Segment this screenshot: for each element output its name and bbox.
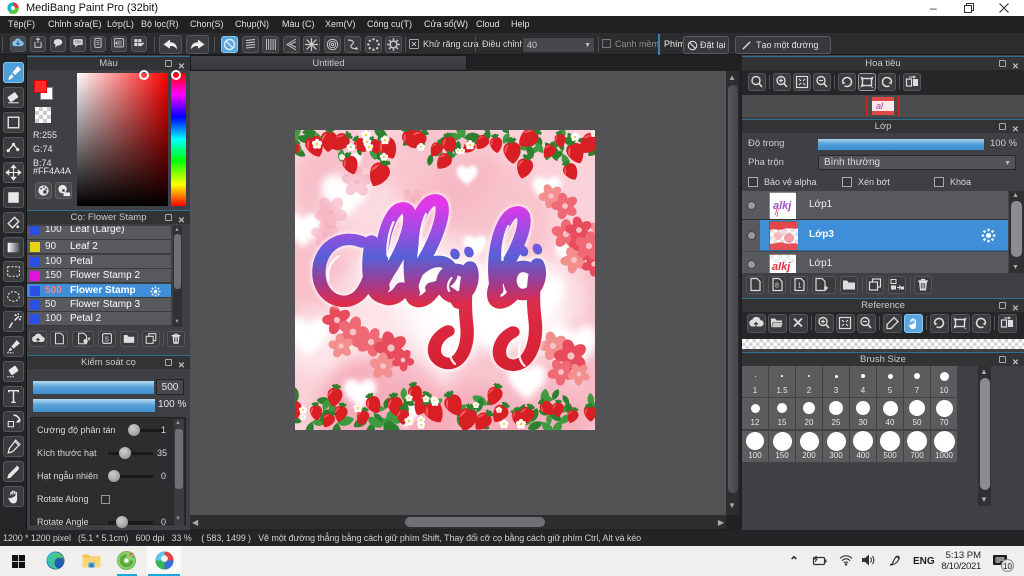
svg-text:alkj: alkj (772, 261, 791, 273)
svg-text:lj: lj (775, 208, 779, 217)
svg-text:8: 8 (775, 283, 779, 290)
svg-text:S: S (104, 337, 109, 344)
svg-text:al: al (876, 101, 884, 111)
svg-text:1: 1 (798, 283, 802, 290)
